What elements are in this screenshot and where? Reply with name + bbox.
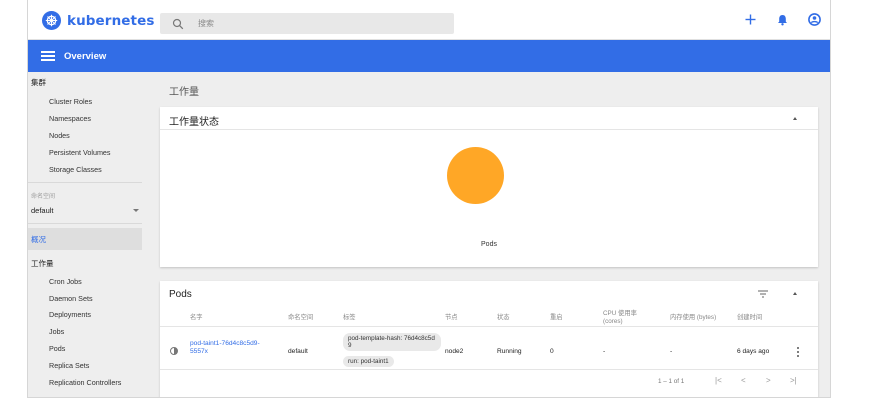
table-divider	[160, 369, 818, 370]
page-title: 工作量	[169, 87, 199, 98]
sidebar-item-pods[interactable]: Pods	[49, 344, 65, 353]
sidebar-item-storage-classes[interactable]: Storage Classes	[49, 165, 102, 174]
pods-status-pie[interactable]	[447, 147, 504, 204]
sidebar-item-replica-sets[interactable]: Replica Sets	[49, 361, 89, 370]
pod-node: node2	[445, 348, 464, 355]
sidebar-item-overview[interactable]: 概况	[28, 228, 142, 250]
status-running-icon	[170, 347, 178, 355]
page-header: Overview	[28, 40, 830, 72]
account-icon	[808, 13, 821, 26]
pod-memory: -	[670, 348, 673, 355]
sidebar-item-replication-controllers[interactable]: Replication Controllers	[49, 378, 121, 387]
plus-icon	[745, 14, 756, 25]
pod-name-link[interactable]: pod-taint1-76d4c8c5d9-5557x	[190, 340, 274, 356]
column-header-namespace[interactable]: 命名空间	[288, 314, 313, 322]
pod-namespace: default	[288, 348, 308, 355]
namespace-select[interactable]: default	[28, 205, 142, 219]
row-actions-menu-icon[interactable]	[797, 347, 800, 357]
pod-created: 6 days ago	[737, 348, 770, 355]
column-header-node[interactable]: 节点	[445, 314, 458, 322]
search-bar[interactable]: 搜索	[160, 13, 454, 34]
search-icon	[172, 18, 184, 29]
last-page-icon[interactable]: >|	[790, 376, 797, 385]
column-header-status[interactable]: 状态	[497, 314, 510, 322]
card-divider	[160, 129, 818, 130]
helm-wheel-icon	[42, 11, 61, 30]
top-actions	[742, 11, 823, 28]
sidebar-item-nodes[interactable]: Nodes	[49, 131, 70, 140]
sidebar-item-jobs[interactable]: Jobs	[49, 327, 64, 336]
sidebar: 集群 Cluster Roles Namespaces Nodes Persis…	[28, 72, 152, 397]
app-window: kubernetes 搜索 Overview 集群 Cluster Roles …	[27, 0, 831, 398]
namespace-value: default	[31, 206, 54, 215]
sidebar-item-daemon-sets[interactable]: Daemon Sets	[49, 294, 93, 303]
pod-status: Running	[497, 348, 522, 355]
sidebar-item-label: 概况	[31, 235, 46, 244]
sidebar-divider	[28, 182, 142, 183]
sidebar-section-cluster[interactable]: 集群	[31, 77, 46, 88]
hamburger-menu-icon[interactable]	[41, 51, 55, 61]
card-title: Pods	[169, 289, 192, 300]
pods-card: Pods 名字 命名空间 标签 节点 状态 重启 CPU 使用率 (cores)…	[160, 281, 818, 397]
previous-page-icon[interactable]: <	[741, 376, 746, 385]
pie-label: Pods	[481, 241, 497, 248]
filter-icon[interactable]	[758, 290, 768, 298]
column-header-memory[interactable]: 内存使用 (bytes)	[670, 314, 716, 322]
collapse-icon[interactable]	[793, 117, 797, 120]
sidebar-item-cron-jobs[interactable]: Cron Jobs	[49, 277, 82, 286]
pod-cpu: -	[603, 348, 606, 355]
app-name: kubernetes	[67, 12, 155, 29]
table-divider	[160, 326, 818, 327]
column-header-created[interactable]: 创建时间	[737, 314, 762, 322]
sidebar-divider	[28, 223, 142, 224]
sidebar-item-persistent-volumes[interactable]: Persistent Volumes	[49, 148, 111, 157]
collapse-icon[interactable]	[793, 292, 797, 295]
header-title: Overview	[64, 50, 107, 62]
search-input[interactable]: 搜索	[198, 18, 214, 29]
pagination-range: 1 – 1 of 1	[658, 378, 685, 385]
workload-status-card: 工作量状态 Pods	[160, 107, 818, 267]
namespace-label: 命名空间	[31, 194, 56, 200]
top-bar: kubernetes 搜索	[28, 0, 830, 40]
label-chip: pod-template-hash: 76d4c8c5d9	[343, 333, 441, 351]
sidebar-item-cluster-roles[interactable]: Cluster Roles	[49, 97, 92, 106]
sidebar-item-deployments[interactable]: Deployments	[49, 310, 91, 319]
card-title: 工作量状态	[169, 117, 219, 128]
column-header-restarts[interactable]: 重启	[550, 314, 563, 322]
next-page-icon[interactable]: >	[766, 376, 771, 385]
column-header-labels: 标签	[343, 314, 356, 321]
label-chip: run: pod-taint1	[343, 356, 394, 367]
sidebar-item-namespaces[interactable]: Namespaces	[49, 114, 91, 123]
create-button[interactable]	[742, 11, 759, 28]
chevron-down-icon	[133, 209, 139, 212]
column-header-name[interactable]: 名字	[190, 314, 203, 322]
sidebar-section-workloads[interactable]: 工作量	[31, 258, 54, 269]
pod-restarts: 0	[550, 348, 554, 355]
notifications-button[interactable]	[774, 11, 791, 28]
column-header-cpu[interactable]: CPU 使用率 (cores)	[603, 310, 645, 326]
kubernetes-logo[interactable]: kubernetes	[42, 11, 154, 30]
account-button[interactable]	[806, 11, 823, 28]
bell-icon	[778, 14, 787, 25]
first-page-icon[interactable]: |<	[715, 376, 722, 385]
